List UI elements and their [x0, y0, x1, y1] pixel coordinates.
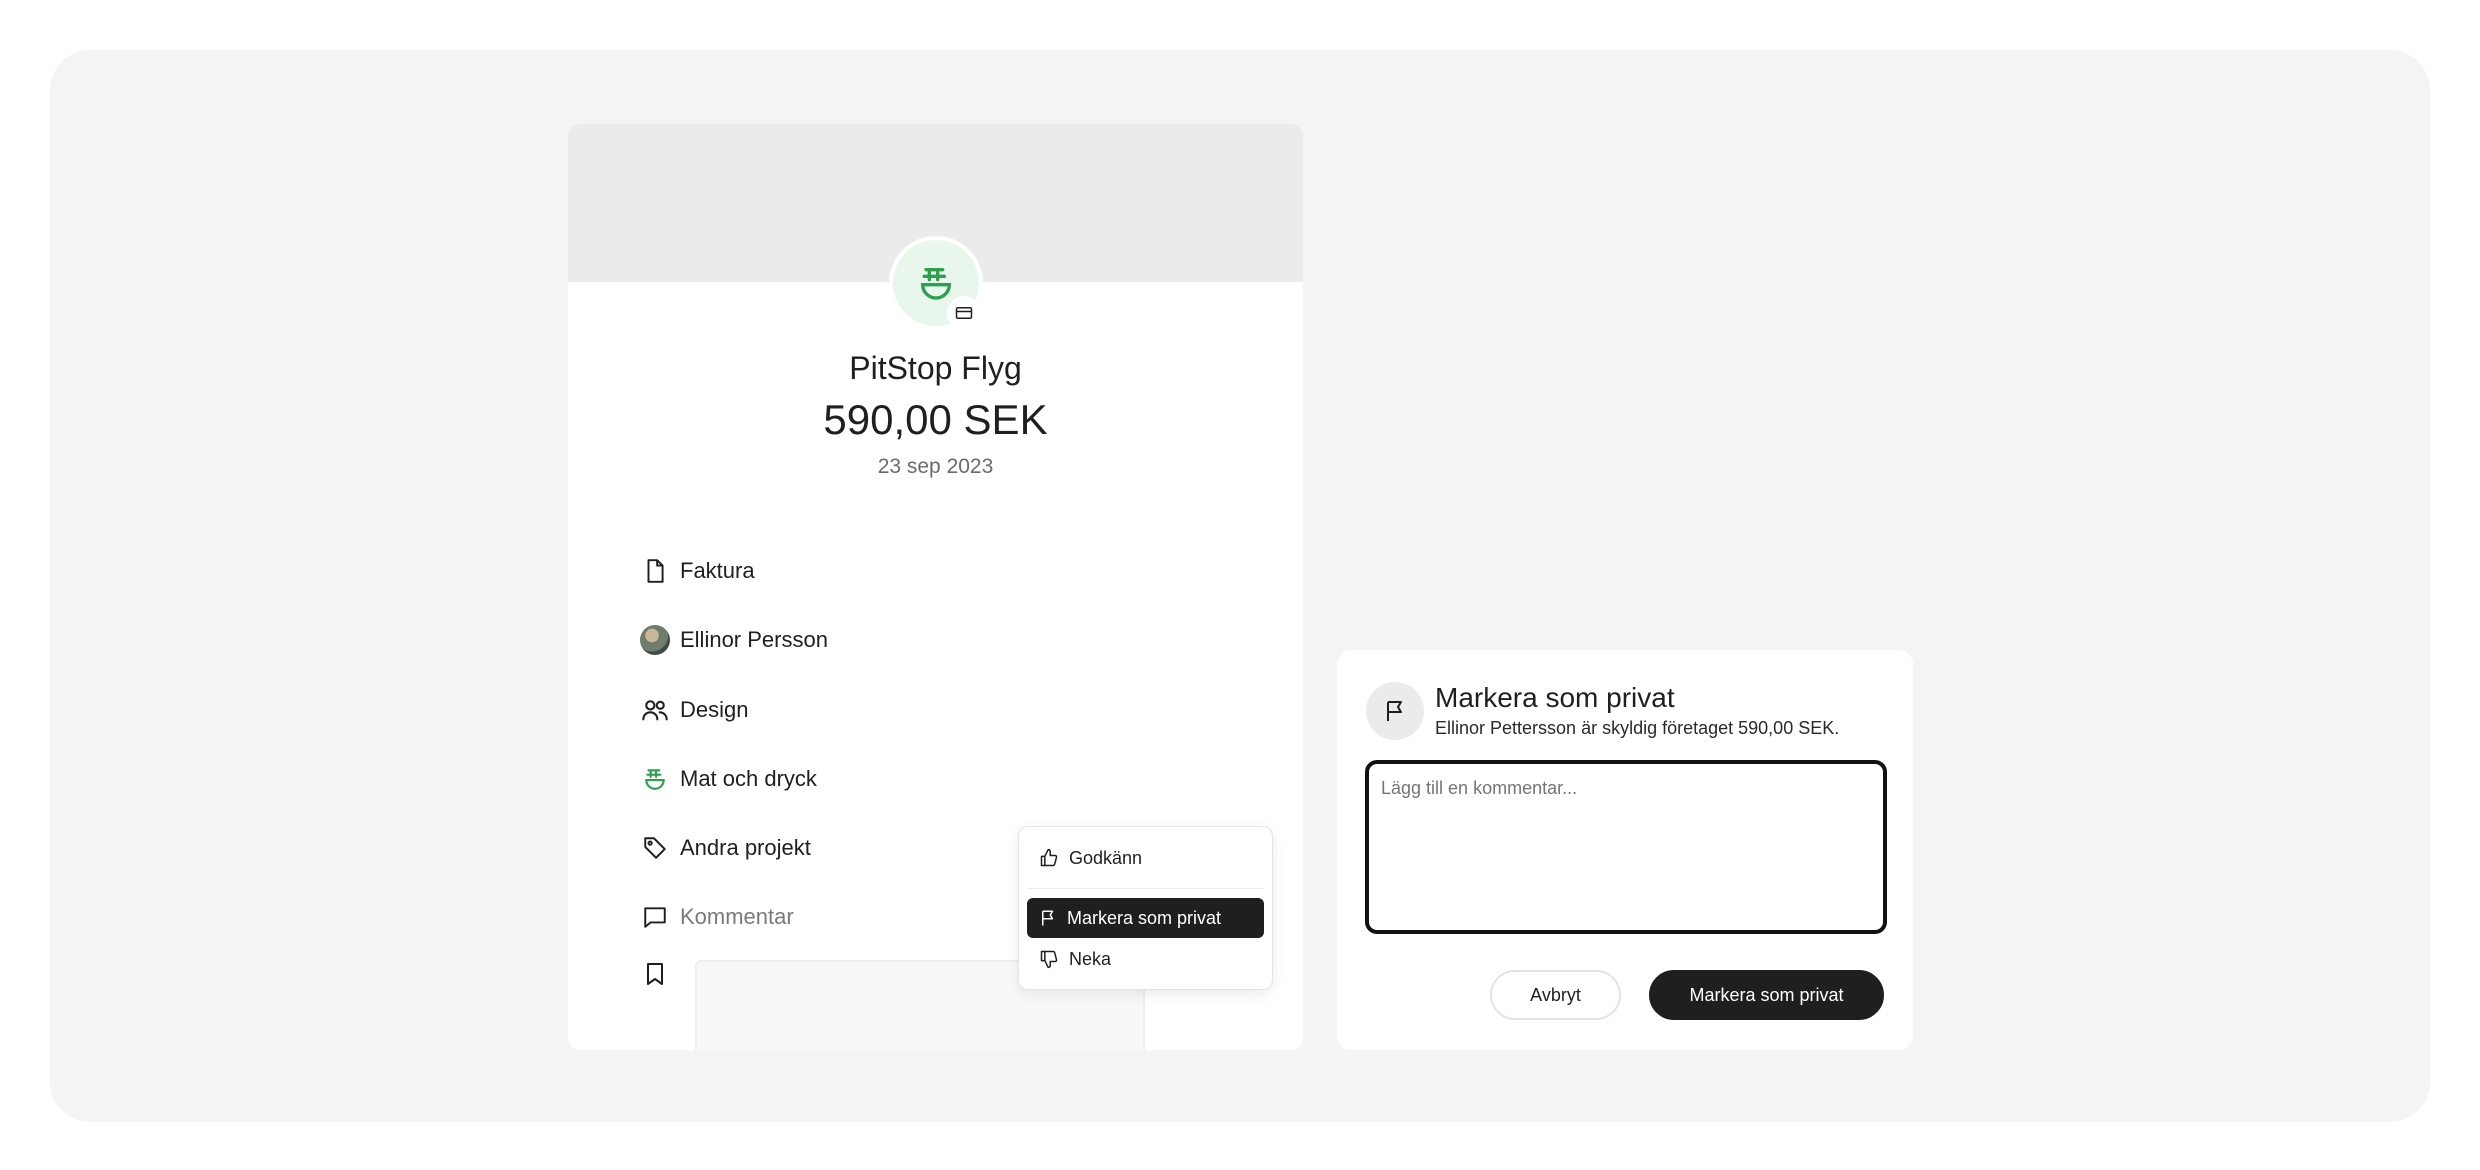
flag-icon: [1042, 910, 1054, 926]
thumbs-down-icon: [1040, 950, 1058, 969]
cancel-button[interactable]: Avbryt: [1490, 970, 1621, 1020]
detail-row-category[interactable]: Mat och dryck: [640, 759, 817, 799]
comment-icon: [640, 902, 670, 932]
detail-row-receipt[interactable]: [640, 954, 670, 994]
food-bowl-icon: [920, 268, 952, 300]
detail-label: Ellinor Persson: [680, 627, 828, 652]
menu-divider: [1027, 888, 1264, 889]
transaction-amount: 590,00 SEK: [823, 396, 1048, 443]
detail-row-team[interactable]: Design: [640, 690, 748, 730]
detail-label: Mat och dryck: [680, 766, 817, 791]
transaction-date: 23 sep 2023: [877, 455, 994, 478]
merchant-name: PitStop Flyg: [849, 350, 1022, 386]
thumbs-up-icon: [1040, 848, 1058, 867]
tag-icon: [640, 833, 670, 863]
detail-row-comment[interactable]: Kommentar: [640, 897, 794, 937]
detail-label: Faktura: [680, 558, 755, 583]
confirm-mark-private-button[interactable]: Markera som privat: [1649, 970, 1884, 1020]
panel-flag-badge: [1366, 682, 1424, 740]
payment-card-badge: [947, 296, 981, 330]
detail-label: Design: [680, 697, 749, 722]
detail-row-invoice[interactable]: Faktura: [640, 551, 755, 591]
panel-subtitle: Ellinor Pettersson är skyldig företaget …: [1435, 718, 1840, 738]
mark-private-panel: Markera som privat Ellinor Pettersson är…: [1337, 650, 1913, 1050]
users-icon: [640, 695, 670, 725]
panel-title: Markera som privat: [1435, 682, 1675, 713]
comment-input[interactable]: [1365, 760, 1887, 934]
action-menu: Godkänn Markera som privat Neka: [1018, 826, 1273, 990]
detail-row-employee[interactable]: Ellinor Persson: [640, 620, 828, 660]
detail-label: Andra projekt: [680, 835, 811, 860]
food-bowl-icon: [640, 764, 670, 794]
bookmark-icon: [640, 959, 670, 989]
document-icon: [640, 556, 670, 586]
detail-row-project[interactable]: Andra projekt: [640, 828, 811, 868]
menu-item-reject[interactable]: Neka: [1027, 939, 1264, 979]
flag-icon: [1387, 701, 1402, 721]
avatar: [640, 625, 670, 655]
detail-label: Kommentar: [680, 904, 794, 929]
menu-item-approve[interactable]: Godkänn: [1027, 838, 1264, 878]
card-icon: [955, 307, 973, 319]
menu-item-mark-private[interactable]: Markera som privat: [1027, 898, 1264, 938]
